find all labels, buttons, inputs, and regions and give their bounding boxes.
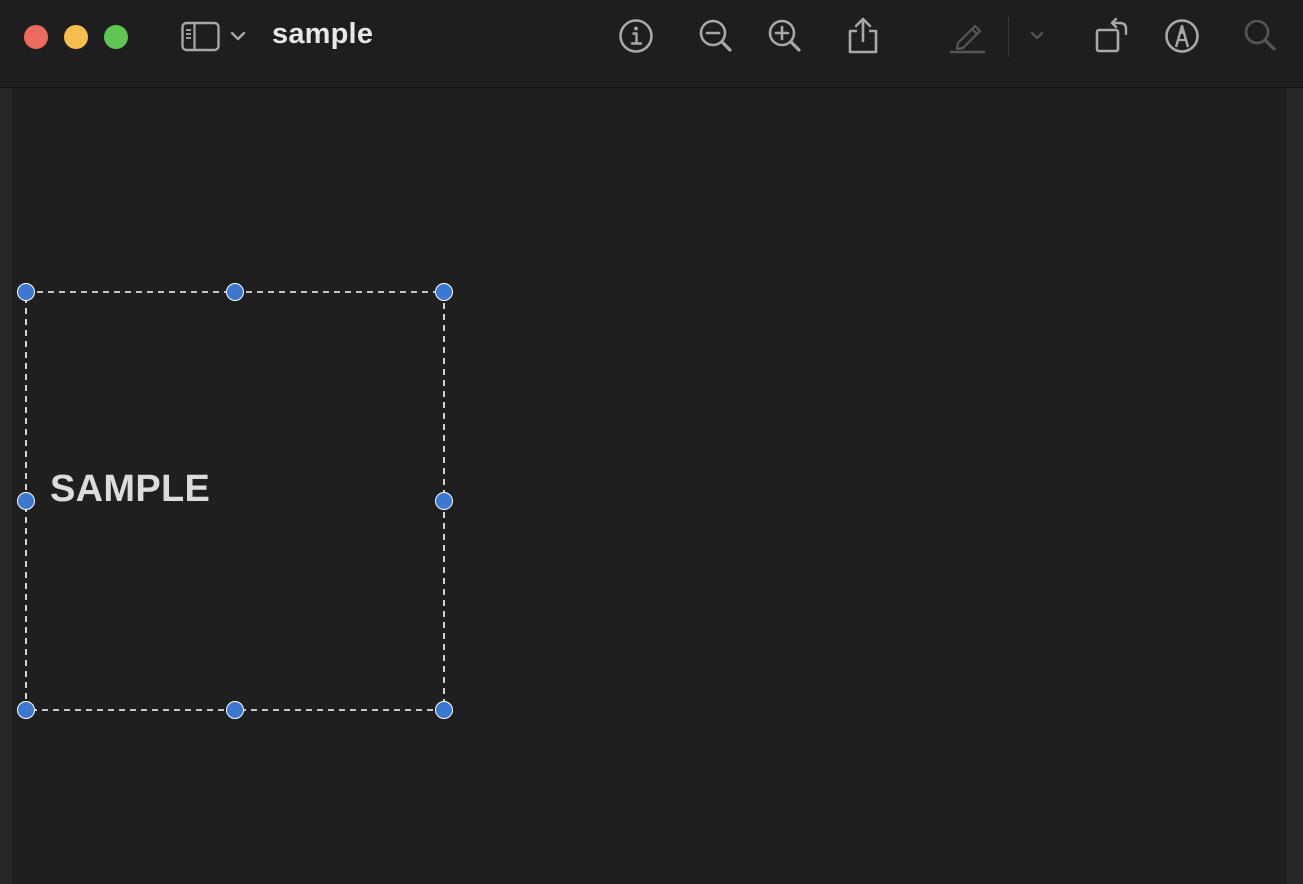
zoom-in-button[interactable] — [764, 14, 804, 58]
titlebar: sample — [0, 0, 1303, 88]
resize-handle-left[interactable] — [17, 492, 35, 510]
markup-button[interactable] — [1162, 14, 1202, 58]
share-icon — [848, 17, 878, 54]
info-button[interactable] — [615, 14, 657, 58]
resize-handle-bottom-left[interactable] — [17, 701, 35, 719]
resize-handle-bottom[interactable] — [226, 701, 244, 719]
maximize-window-button[interactable] — [104, 25, 128, 49]
rotate-button[interactable] — [1092, 14, 1132, 58]
sidebar-icon — [181, 21, 220, 52]
preview-window: sample SAMPLE — [0, 0, 1303, 884]
search-button[interactable] — [1240, 14, 1280, 58]
toolbar-separator — [1008, 17, 1009, 57]
resize-handle-top-right[interactable] — [435, 283, 453, 301]
window-title: sample — [272, 18, 374, 50]
chevron-down-icon — [1030, 31, 1044, 40]
chevron-down-icon — [230, 31, 246, 41]
zoom-in-icon — [768, 19, 801, 52]
markup-icon — [1165, 19, 1199, 53]
sidebar-menu-button[interactable] — [228, 14, 248, 58]
info-icon — [619, 19, 653, 53]
search-icon — [1244, 19, 1276, 51]
minimize-window-button[interactable] — [64, 25, 88, 49]
resize-handle-top[interactable] — [226, 283, 244, 301]
close-window-button[interactable] — [24, 25, 48, 49]
resize-handle-right[interactable] — [435, 492, 453, 510]
zoom-out-icon — [699, 19, 732, 52]
zoom-out-button[interactable] — [695, 14, 735, 58]
highlight-button[interactable] — [947, 14, 989, 58]
annotation-text[interactable]: SAMPLE — [50, 468, 210, 511]
rotate-icon — [1095, 17, 1128, 53]
share-button[interactable] — [843, 14, 883, 58]
sidebar-toggle-button[interactable] — [180, 14, 222, 58]
resize-handle-bottom-right[interactable] — [435, 701, 453, 719]
highlight-menu-button[interactable] — [1026, 14, 1048, 58]
resize-handle-top-left[interactable] — [17, 283, 35, 301]
highlight-pen-icon — [949, 24, 986, 54]
